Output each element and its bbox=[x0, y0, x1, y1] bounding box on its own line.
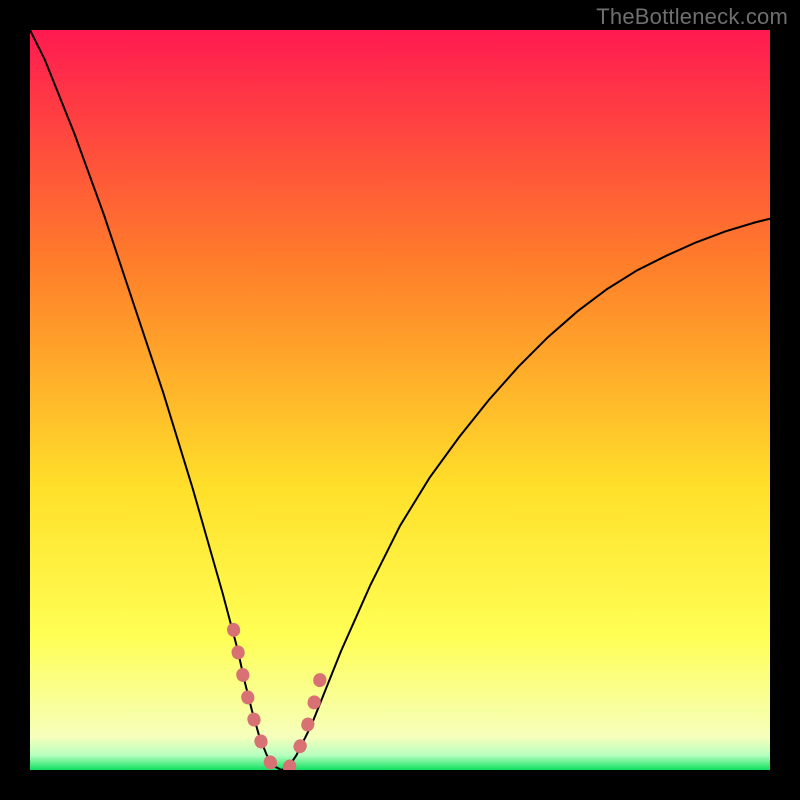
gradient-background bbox=[30, 30, 770, 770]
watermark-text: TheBottleneck.com bbox=[596, 4, 788, 30]
chart-frame: TheBottleneck.com bbox=[0, 0, 800, 800]
bottleneck-chart bbox=[30, 30, 770, 770]
